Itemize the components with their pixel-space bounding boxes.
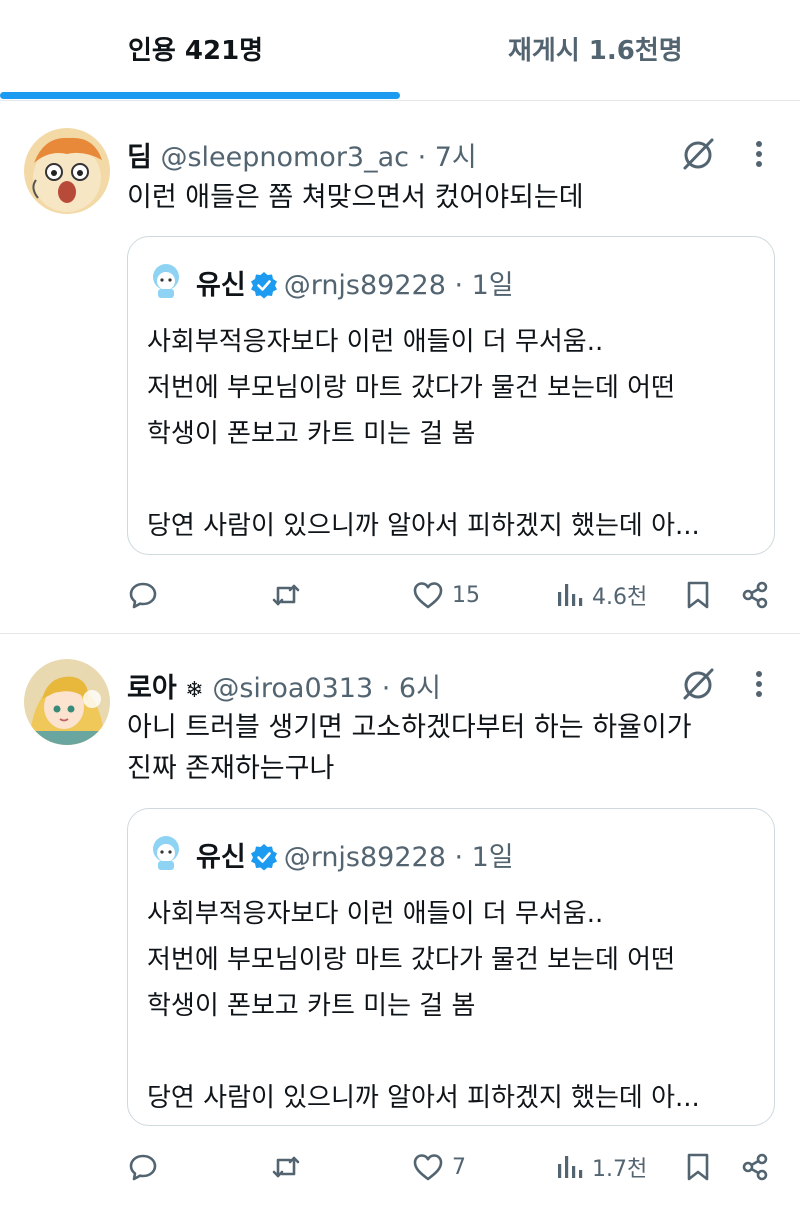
more-icon[interactable] xyxy=(746,665,772,703)
quote-handle-and-time: @rnjs89228 · 1일 xyxy=(283,270,514,301)
more-icon[interactable] xyxy=(746,135,772,173)
views-icon xyxy=(558,1156,583,1178)
post-1[interactable]: 딤 @sleepnomor3_ac · 7시 이런 애들은 쫌 쳐맞으면서 컸어… xyxy=(0,101,800,633)
quote-header: 유신 @rnjs89228 · 1일 xyxy=(196,835,514,874)
verified-icon xyxy=(250,843,278,871)
post-header: 로아 ❄ @siroa0313 · 6시 xyxy=(127,666,441,705)
quoted-post[interactable]: 유신 @rnjs89228 · 1일 사회부적응자보다 이런 애들이 더 무서움.… xyxy=(127,808,775,1126)
active-tab-indicator xyxy=(0,92,400,99)
display-name[interactable]: 딤 xyxy=(127,142,152,173)
like-button[interactable]: 15 xyxy=(412,573,480,617)
quote-header: 유신 @rnjs89228 · 1일 xyxy=(196,263,514,302)
share-icon xyxy=(742,581,768,609)
grok-icon[interactable] xyxy=(679,135,717,173)
like-icon xyxy=(413,582,443,609)
tab-reposts[interactable]: 재게시 1.6천명 xyxy=(508,30,683,67)
reply-button[interactable] xyxy=(128,1145,166,1189)
post-2[interactable]: 로아 ❄ @siroa0313 · 6시 아니 트러블 생기면 고소하겠다부터 … xyxy=(0,634,800,1206)
bookmark-button[interactable] xyxy=(685,1145,711,1189)
tab-quotes[interactable]: 인용 421명 xyxy=(128,30,263,67)
grok-icon[interactable] xyxy=(679,665,717,703)
like-icon xyxy=(413,1154,443,1181)
reply-icon xyxy=(129,1154,157,1181)
snowflake-badge-icon: ❄ xyxy=(185,678,204,703)
views-button[interactable]: 4.6천 xyxy=(556,573,647,617)
action-bar: 7 1.7천 xyxy=(0,1145,800,1189)
share-button[interactable] xyxy=(740,573,770,617)
verified-icon xyxy=(250,271,278,299)
repost-button[interactable] xyxy=(270,573,310,617)
share-button[interactable] xyxy=(740,1145,770,1189)
quote-text: 사회부적응자보다 이런 애들이 더 무서움.. 저번에 부모님이랑 마트 갔다가… xyxy=(147,899,700,1113)
views-count: 1.7천 xyxy=(592,1157,648,1182)
views-count: 4.6천 xyxy=(592,585,648,610)
like-count: 7 xyxy=(452,1154,466,1180)
quoted-post[interactable]: 유신 @rnjs89228 · 1일 사회부적응자보다 이런 애들이 더 무서움.… xyxy=(127,236,775,555)
action-bar: 15 4.6천 xyxy=(0,573,800,617)
handle-and-time[interactable]: @siroa0313 · 6시 xyxy=(212,673,441,704)
avatar[interactable] xyxy=(24,128,110,214)
bookmark-icon xyxy=(687,1153,709,1181)
quote-avatar[interactable] xyxy=(147,261,185,299)
quote-display-name: 유신 xyxy=(196,270,246,301)
repost-button[interactable] xyxy=(270,1145,310,1189)
bookmark-icon xyxy=(687,581,709,609)
avatar[interactable] xyxy=(24,659,110,745)
quote-handle-and-time: @rnjs89228 · 1일 xyxy=(283,842,514,873)
handle-and-time[interactable]: @sleepnomor3_ac · 7시 xyxy=(160,142,476,173)
views-icon xyxy=(558,584,583,606)
quote-display-name: 유신 xyxy=(196,842,246,873)
reply-button[interactable] xyxy=(128,573,166,617)
reply-icon xyxy=(129,582,157,609)
post-text: 아니 트러블 생기면 고소하겠다부터 하는 하율이가 진짜 존재하는구나 xyxy=(127,712,692,784)
bookmark-button[interactable] xyxy=(685,573,711,617)
quote-avatar[interactable] xyxy=(147,833,185,871)
display-name[interactable]: 로아 xyxy=(127,673,177,704)
like-button[interactable]: 7 xyxy=(412,1145,466,1189)
quote-tabs: 인용 421명 재게시 1.6천명 xyxy=(0,0,800,101)
views-button[interactable]: 1.7천 xyxy=(556,1145,647,1189)
repost-icon xyxy=(272,1156,300,1178)
post-text: 이런 애들은 쫌 쳐맞으면서 컸어야되는데 xyxy=(127,182,584,213)
share-icon xyxy=(742,1153,768,1181)
quote-text: 사회부적응자보다 이런 애들이 더 무서움.. 저번에 부모님이랑 마트 갔다가… xyxy=(147,327,700,541)
repost-icon xyxy=(272,584,300,606)
like-count: 15 xyxy=(452,582,480,608)
post-header: 딤 @sleepnomor3_ac · 7시 xyxy=(127,135,477,174)
